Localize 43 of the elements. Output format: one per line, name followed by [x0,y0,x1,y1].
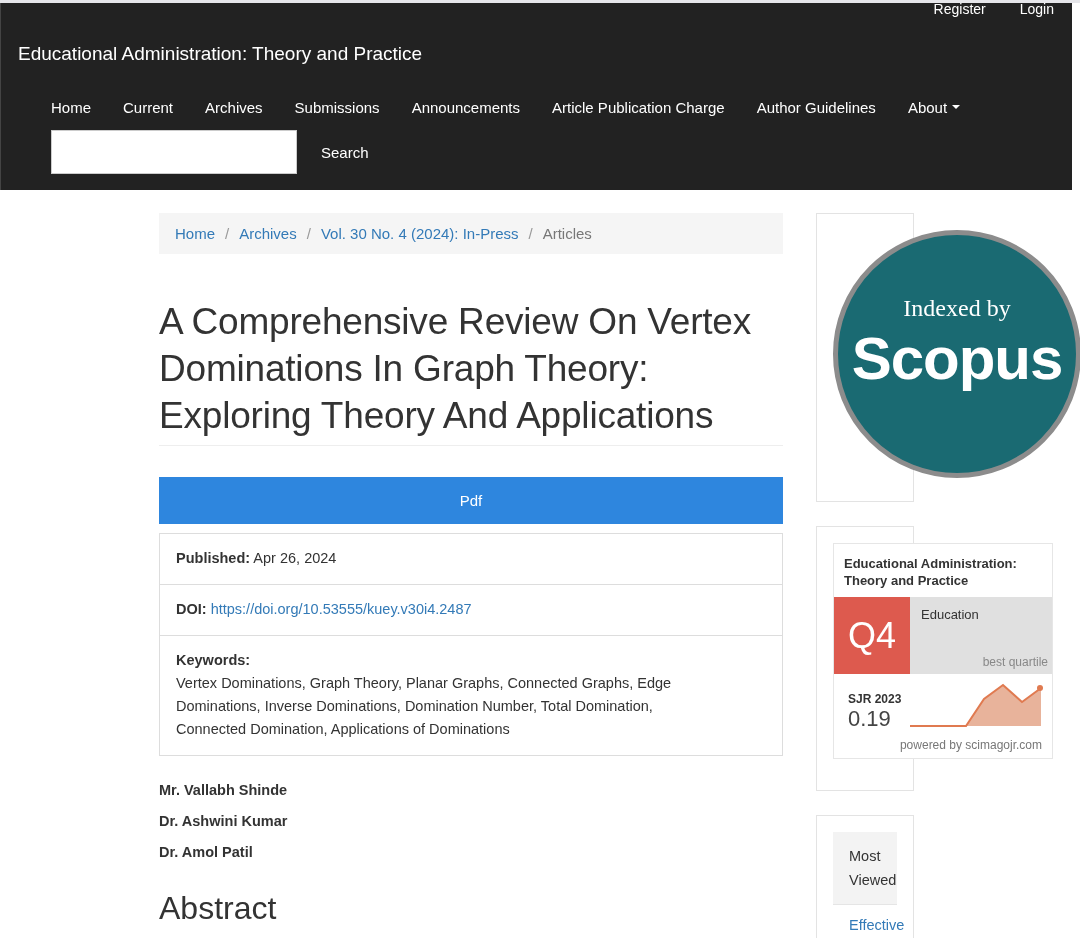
badge-caption: Indexed by [903,295,1011,322]
detail-label: Published: [176,550,251,566]
breadcrumb-current: Articles [542,225,592,242]
breadcrumb-link[interactable]: Archives [239,225,297,242]
sidebar-tab[interactable]: Most Viewed [833,832,897,905]
nav-link[interactable]: Current [123,94,174,120]
author-name: Dr. Ashwini Kumar [159,812,289,831]
keywords-text: Vertex Dominations, Graph Theory, Planar Graphs, Connected Graphs, Edge Dominations, Inverse Dominations, Domination Number, Total Domination, Connected Domination, Applications of Dominations [176,674,673,739]
doi-link[interactable]: https://doi.org/10.53555/kuey.v30i4.2487 [210,601,472,617]
breadcrumb-separator: / [306,225,311,242]
author-name: Dr. Amol Patil [159,843,254,862]
section-heading: Abstract [159,890,278,927]
nav-link[interactable]: Announcements [411,94,521,120]
pdf-button[interactable]: Pdf [159,477,783,524]
journal-name: Educational Administration: Theory and Practice [843,555,1018,590]
search-button[interactable]: Search [313,137,377,167]
badge-wordmark: Scopus [851,324,1063,393]
search-field[interactable] [51,130,297,174]
metric-label: SJR 2023 [848,692,903,706]
category-name: Education [921,607,980,622]
article-link[interactable]: Effective [849,917,913,933]
breadcrumb-link[interactable]: Home [175,225,215,242]
widget-footer: powered by scimagojr.com [834,732,1052,758]
quartile-tile: Q4 [834,597,910,674]
nav-link[interactable]: About [907,94,961,120]
metric-value: 0.19 [848,706,892,732]
nav-link[interactable]: Article Publication Charge [552,94,725,120]
nav-link[interactable]: Author Guidelines [756,94,876,120]
author-name: Mr. Vallabh Shinde [159,781,289,800]
breadcrumb-link[interactable]: Vol. 30 No. 4 (2024): In-Press [320,225,519,242]
detail-label: Keywords: [176,651,252,670]
detail-label: DOI: [176,601,207,617]
nav-link[interactable]: Home [51,94,91,120]
detail-value: Apr 26, 2024 [253,550,337,566]
user-link[interactable]: Register [933,3,986,15]
user-link[interactable]: Login [1019,3,1054,15]
nav-link[interactable]: Submissions [294,94,380,120]
article-title: A Comprehensive Review On Vertex Dominations In Graph Theory: Exploring Theory And Applications [159,298,783,446]
site-title[interactable]: Educational Administration: Theory and Practice [18,43,423,64]
quartile-note: best quartile [981,655,1048,669]
nav-link[interactable]: Archives [205,94,263,120]
breadcrumb-separator: / [528,225,533,242]
breadcrumb-separator: / [225,225,230,242]
